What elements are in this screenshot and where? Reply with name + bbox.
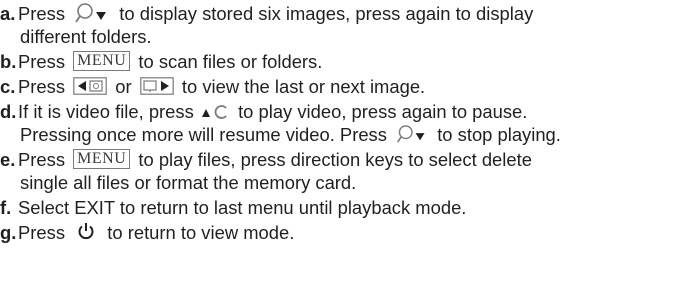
step-letter: a.	[0, 3, 16, 24]
step-line-continued: single all files or format the memory ca…	[20, 172, 357, 193]
step-line-continued: Pressing once more will resume video. Pr…	[18, 123, 697, 146]
step-line: Press to display stored six images, pres…	[18, 2, 697, 25]
step-letter: d.	[0, 101, 17, 122]
step-text: to play video, press again to pause.	[238, 101, 528, 122]
menu-button-icon: MENU	[73, 51, 131, 72]
step-a: a. Press to display stored six images, p…	[0, 2, 697, 48]
step-line: If it is video file, press to play video…	[18, 100, 697, 123]
zoom-down-icon	[397, 125, 425, 143]
step-f: f. Select EXIT to return to last menu un…	[0, 196, 697, 219]
power-icon	[78, 223, 94, 240]
step-e: e. Press MENU to play files, press direc…	[0, 148, 697, 194]
step-text: Pressing once more will resume video. Pr…	[20, 124, 387, 145]
step-text: to play files, press direction keys to s…	[138, 149, 532, 170]
step-text: Press	[18, 222, 66, 243]
step-line-continued: different folders.	[20, 26, 152, 47]
step-g: g. Press to return to view mode.	[0, 221, 697, 244]
menu-button-icon: MENU	[73, 149, 131, 170]
instruction-list: a. Press to display stored six images, p…	[0, 0, 697, 291]
step-letter: b.	[0, 51, 17, 72]
step-text: to stop playing.	[437, 124, 561, 145]
step-b: b. Press MENU to scan files or folders.	[0, 50, 697, 73]
step-letter: e.	[0, 149, 16, 170]
step-text: to view the last or next image.	[181, 76, 426, 97]
step-line: Press to return to view mode.	[18, 221, 697, 244]
zoom-down-icon	[75, 3, 107, 23]
step-c: c. Press or to view the last or next ima…	[0, 75, 697, 98]
step-text: Press	[18, 51, 66, 72]
step-text: Select EXIT to return to last menu until…	[18, 197, 467, 218]
step-text: to scan files or folders.	[138, 51, 323, 72]
step-text: Press	[18, 76, 66, 97]
step-line: Press MENU to scan files or folders.	[18, 50, 697, 73]
step-d: d. If it is video file, press to play vi…	[0, 100, 697, 146]
next-image-icon	[139, 77, 174, 95]
step-text: Press	[18, 3, 66, 24]
step-text: If it is video file, press	[18, 101, 194, 122]
step-line: Press MENU to play files, press directio…	[18, 148, 697, 171]
step-letter: g.	[0, 222, 17, 243]
step-letter: c.	[0, 76, 16, 97]
step-text: or	[115, 76, 132, 97]
step-line: Press or to view the last or next image.	[18, 75, 697, 98]
step-text: to return to view mode.	[107, 222, 295, 243]
step-text: Press	[18, 149, 66, 170]
step-letter: f.	[0, 197, 12, 218]
play-rotate-icon	[201, 105, 227, 119]
step-text: to display stored six images, press agai…	[119, 3, 534, 24]
prev-image-icon	[73, 77, 107, 95]
